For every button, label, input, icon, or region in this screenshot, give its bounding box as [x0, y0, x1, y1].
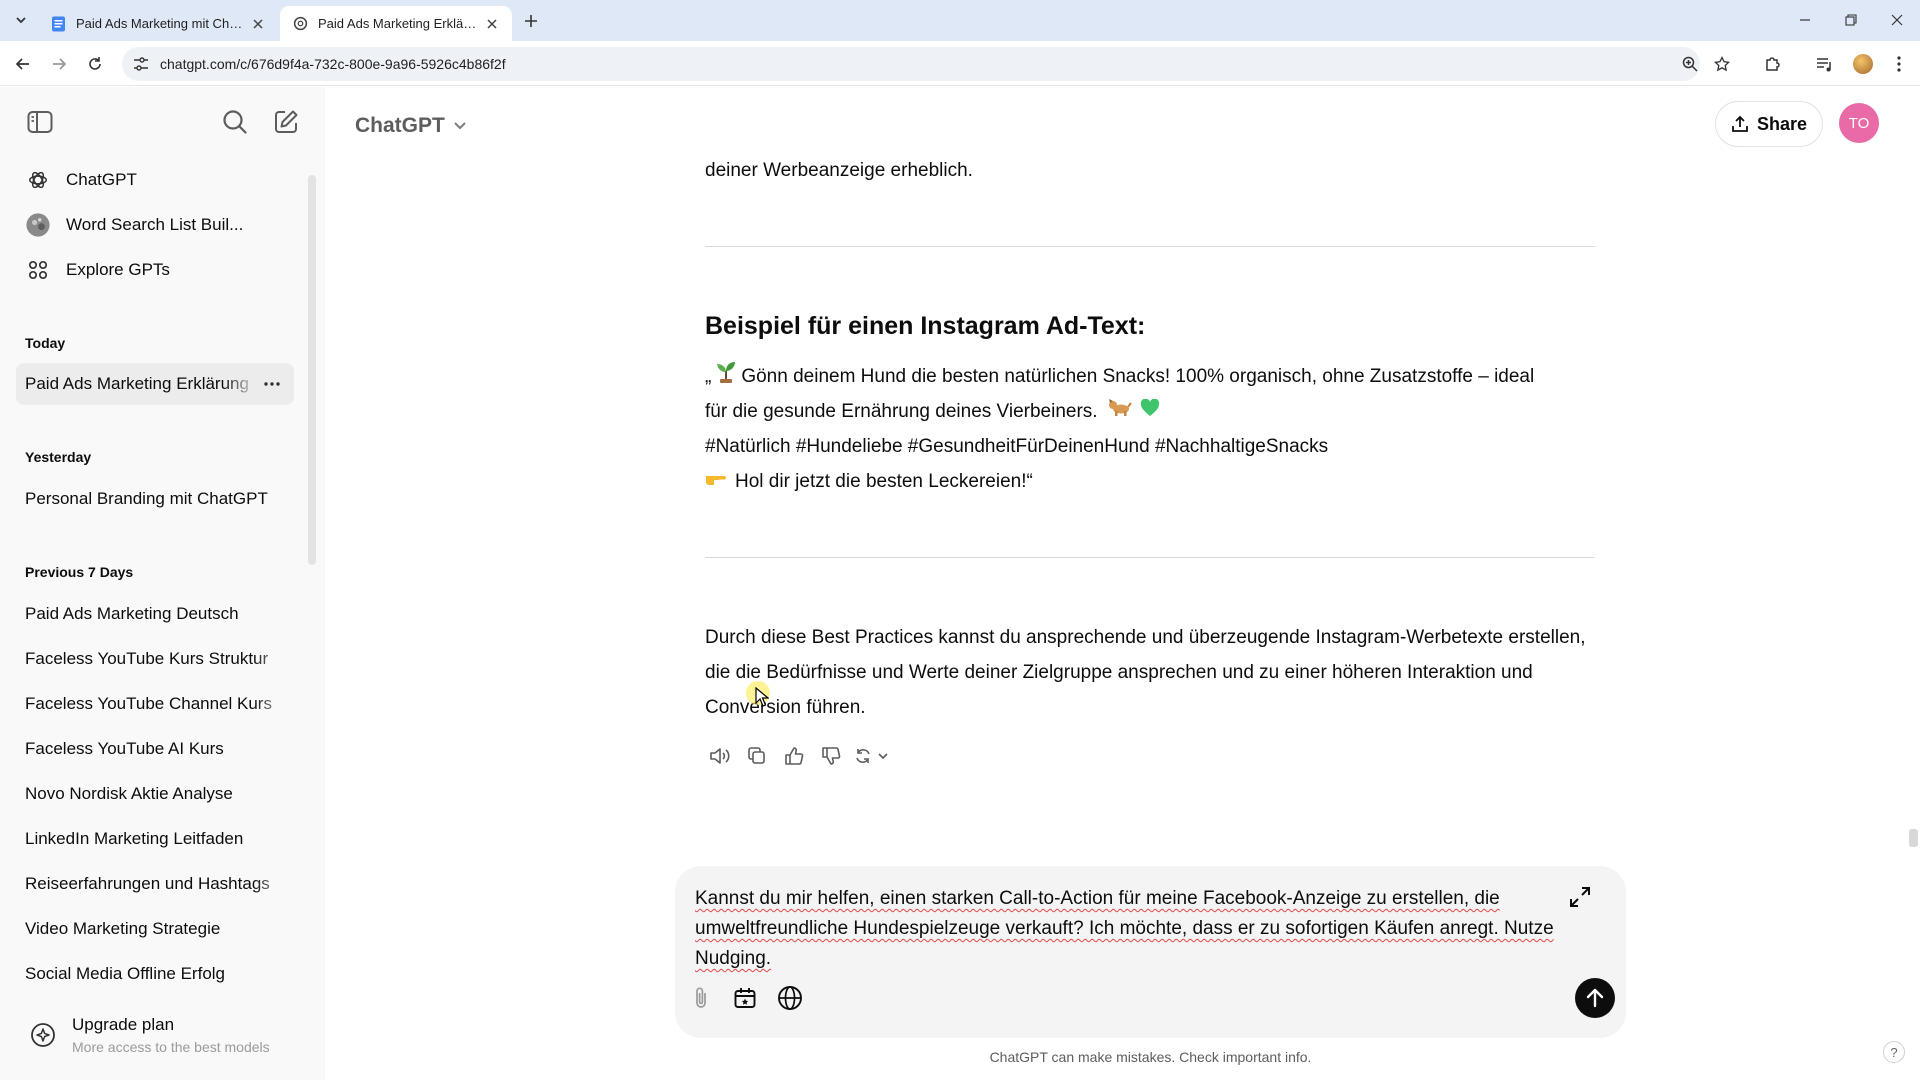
disclaimer-text: ChatGPT can make mistakes. Check importa…: [989, 1049, 1312, 1065]
ad-text-line-4: Hol dir jetzt die besten Leckereien!“: [705, 464, 1605, 499]
read-aloud-speaker-icon[interactable]: [705, 742, 735, 770]
section-divider: [705, 246, 1595, 247]
help-question-button[interactable]: ?: [1883, 1041, 1905, 1063]
section-divider: [705, 557, 1595, 558]
seedling-emoji-icon: [715, 359, 737, 395]
prompt-textarea[interactable]: Kannst du mir helfen, einen starken Call…: [695, 884, 1565, 974]
mouse-pointer-icon: [755, 686, 770, 712]
sidebar-item-label: Explore GPTs: [66, 260, 170, 279]
search-icon[interactable]: [217, 104, 253, 140]
new-tab-plus-icon[interactable]: [520, 10, 542, 32]
new-chat-icon[interactable]: [268, 104, 304, 140]
section-heading-previous-7-days: Previous 7 Days: [25, 564, 134, 580]
green-heart-emoji-icon: [1140, 394, 1160, 429]
browser-tab-paid-ads-erklaerung[interactable]: Paid Ads Marketing Erklärung: [280, 6, 512, 41]
upgrade-plan-button[interactable]: Upgrade plan More access to the best mod…: [16, 1007, 306, 1063]
tools-calendar-icon[interactable]: [727, 980, 763, 1016]
chat-item[interactable]: Video Marketing Strategie: [16, 908, 294, 950]
profile-avatar-icon[interactable]: [1850, 51, 1876, 77]
bookmark-star-icon[interactable]: [1710, 52, 1734, 76]
chat-item[interactable]: Paid Ads Marketing Deutsch: [16, 593, 294, 635]
send-button[interactable]: [1575, 978, 1615, 1018]
chat-item[interactable]: LinkedIn Marketing Leitfaden: [16, 818, 294, 860]
model-name: ChatGPT: [355, 114, 445, 137]
chat-item[interactable]: Faceless YouTube AI Kurs: [16, 728, 294, 770]
message-composer[interactable]: Kannst du mir helfen, einen starken Call…: [675, 866, 1626, 1038]
attach-paperclip-icon[interactable]: [683, 980, 719, 1016]
tab-close-icon[interactable]: [250, 16, 266, 32]
back-arrow-icon[interactable]: [10, 51, 36, 77]
reload-icon[interactable]: [82, 51, 108, 77]
browser-tab-bar: Paid Ads Marketing mit ChatGPT Paid Ads …: [0, 0, 1920, 41]
tab-close-icon[interactable]: [484, 16, 500, 32]
message-actions: [705, 742, 902, 770]
chat-item[interactable]: Faceless YouTube Channel Kurs: [16, 683, 294, 725]
grid-icon: [26, 258, 50, 282]
section-heading-yesterday: Yesterday: [25, 449, 92, 465]
expand-composer-icon[interactable]: [1563, 880, 1597, 914]
upgrade-plan-title: Upgrade plan: [72, 1015, 175, 1034]
ad-text-hashtags: #Natürlich #Hundeliebe #GesundheitFürDei…: [705, 436, 1329, 457]
sidebar-item-explore-gpts[interactable]: Explore GPTs: [16, 250, 292, 290]
document-favicon-icon: [50, 16, 66, 32]
chat-item[interactable]: Faceless YouTube Kurs Struktur: [16, 638, 294, 680]
tab-title: Paid Ads Marketing mit ChatGPT: [76, 16, 244, 31]
sidebar-item-word-search-gpt[interactable]: Word Search List Buil...: [16, 205, 292, 245]
toggle-sidebar-icon[interactable]: [22, 104, 58, 140]
browser-tab-paid-ads-mit-chatgpt[interactable]: Paid Ads Marketing mit ChatGPT: [38, 6, 278, 41]
browser-menu-kebab-icon[interactable]: [1886, 51, 1912, 77]
tab-title: Paid Ads Marketing Erklärung: [318, 16, 478, 31]
browser-toolbar: chatgpt.com/c/676d9f4a-732c-800e-9a96-59…: [0, 41, 1920, 86]
url-text: chatgpt.com/c/676d9f4a-732c-800e-9a96-59…: [160, 56, 506, 72]
ad-example-heading: Beispiel für einen Instagram Ad-Text:: [705, 312, 1146, 340]
upgrade-plan-subtitle: More access to the best models: [72, 1039, 270, 1055]
model-selector[interactable]: ChatGPT: [355, 109, 467, 143]
chat-item-personal-branding[interactable]: Personal Branding mit ChatGPT: [16, 478, 294, 520]
window-close-icon[interactable]: [1884, 8, 1910, 32]
assistant-text-intro: deiner Werbeanzeige erheblich.: [705, 160, 973, 181]
pointing-hand-emoji-icon: [705, 464, 727, 499]
thumbs-up-icon[interactable]: [779, 742, 809, 770]
ad-text-line-1: „ Gönn deinem Hund die besten natürliche…: [705, 359, 1605, 395]
share-label: Share: [1756, 113, 1808, 134]
regenerate-refresh-icon[interactable]: [853, 742, 895, 770]
gpt-avatar-icon: [26, 213, 50, 237]
more-options-icon[interactable]: [258, 370, 286, 398]
chat-item[interactable]: Reiseerfahrungen und Hashtags: [16, 863, 294, 905]
extensions-puzzle-icon[interactable]: [1760, 51, 1786, 77]
restore-icon[interactable]: [1838, 8, 1864, 32]
tab-search-chevron-icon[interactable]: [8, 8, 34, 32]
share-button[interactable]: Share: [1715, 101, 1823, 147]
media-queue-icon[interactable]: [1812, 51, 1838, 77]
sidebar: ChatGPT Word Search List Buil... Explore…: [0, 87, 325, 1080]
sidebar-scrollbar[interactable]: [308, 175, 316, 565]
chatgpt-favicon-icon: [292, 16, 308, 32]
copy-icon[interactable]: [742, 742, 772, 770]
web-search-globe-icon[interactable]: [772, 980, 808, 1016]
openai-logo-icon: [26, 168, 50, 192]
thumbs-down-icon[interactable]: [816, 742, 846, 770]
dog-emoji-icon: [1108, 394, 1132, 429]
sidebar-item-chatgpt[interactable]: ChatGPT: [16, 160, 292, 200]
section-heading-today: Today: [25, 335, 66, 351]
address-bar[interactable]: chatgpt.com/c/676d9f4a-732c-800e-9a96-59…: [122, 47, 1730, 81]
chat-item[interactable]: Social Media Offline Erfolg: [16, 953, 294, 995]
forward-arrow-icon[interactable]: [46, 51, 72, 77]
user-avatar[interactable]: TO: [1839, 103, 1879, 143]
site-info-tune-icon[interactable]: [128, 51, 154, 77]
minimize-icon[interactable]: [1792, 8, 1818, 32]
chevron-down-icon: [453, 121, 467, 131]
zoom-icon[interactable]: [1678, 52, 1702, 76]
ad-text-line-2: für die gesunde Ernährung deines Vierbei…: [705, 394, 1605, 429]
chat-item-paid-ads-erklaerung[interactable]: Paid Ads Marketing Erklärung: [16, 363, 294, 405]
assistant-closing-paragraph: Durch diese Best Practices kannst du ans…: [705, 627, 1586, 718]
upgrade-sparkle-icon: [26, 1018, 60, 1052]
arrow-up-icon: [1586, 988, 1604, 1008]
main-scrollbar[interactable]: [1909, 829, 1918, 847]
main-chat-area: ChatGPT Share TO deiner Werbeanzeige erh…: [325, 87, 1920, 1080]
sidebar-item-label: ChatGPT: [66, 170, 137, 189]
sidebar-item-label: Word Search List Buil...: [66, 215, 244, 234]
share-upload-icon: [1731, 115, 1749, 133]
chat-item[interactable]: Novo Nordisk Aktie Analyse: [16, 773, 294, 815]
